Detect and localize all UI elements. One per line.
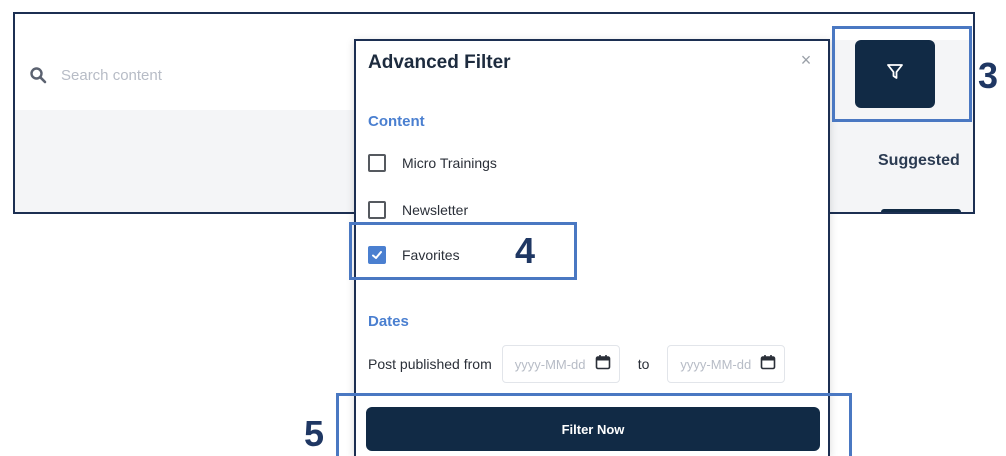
checkbox-favorites[interactable]: Favorites xyxy=(368,246,460,264)
date-to-input[interactable]: yyyy-MM-dd xyxy=(667,345,786,383)
date-from-placeholder: yyyy-MM-dd xyxy=(514,356,586,372)
checkbox-box[interactable] xyxy=(368,154,386,172)
checkbox-box-checked[interactable] xyxy=(368,246,386,264)
dates-row: Post published from yyyy-MM-dd to yyyy-M… xyxy=(368,345,808,383)
checkbox-micro-trainings[interactable]: Micro Trainings xyxy=(368,154,497,172)
search-input[interactable] xyxy=(59,65,343,85)
step-number-5: 5 xyxy=(304,413,325,454)
calendar-icon[interactable] xyxy=(595,354,611,375)
checkbox-label: Newsletter xyxy=(402,202,469,218)
dates-section-label: Dates xyxy=(368,313,409,330)
suggested-label: Suggested xyxy=(878,152,960,169)
step-number-4: 4 xyxy=(515,230,536,271)
search-icon xyxy=(27,64,49,86)
calendar-icon[interactable] xyxy=(760,354,776,375)
date-to-placeholder: yyyy-MM-dd xyxy=(680,356,752,372)
search-bar xyxy=(15,40,375,110)
filter-now-button[interactable]: Filter Now xyxy=(366,407,820,451)
post-published-from-label: Post published from xyxy=(368,356,492,372)
content-section-label: Content xyxy=(368,113,425,130)
filter-button[interactable] xyxy=(855,40,935,108)
top-strip xyxy=(15,14,973,40)
filter-icon xyxy=(885,62,905,87)
checkbox-label: Favorites xyxy=(402,247,460,263)
close-icon[interactable]: × xyxy=(796,50,816,70)
checkmark-icon xyxy=(372,251,382,259)
checkbox-label: Micro Trainings xyxy=(402,155,497,171)
to-label: to xyxy=(637,356,650,372)
step-number-3: 3 xyxy=(978,55,999,96)
panel-title: Advanced Filter xyxy=(368,52,511,73)
suggested-chip[interactable] xyxy=(881,209,961,212)
date-from-input[interactable]: yyyy-MM-dd xyxy=(501,345,620,383)
checkbox-newsletter[interactable]: Newsletter xyxy=(368,201,468,219)
advanced-filter-panel: Advanced Filter × Content Micro Training… xyxy=(354,39,830,456)
checkbox-box[interactable] xyxy=(368,201,386,219)
